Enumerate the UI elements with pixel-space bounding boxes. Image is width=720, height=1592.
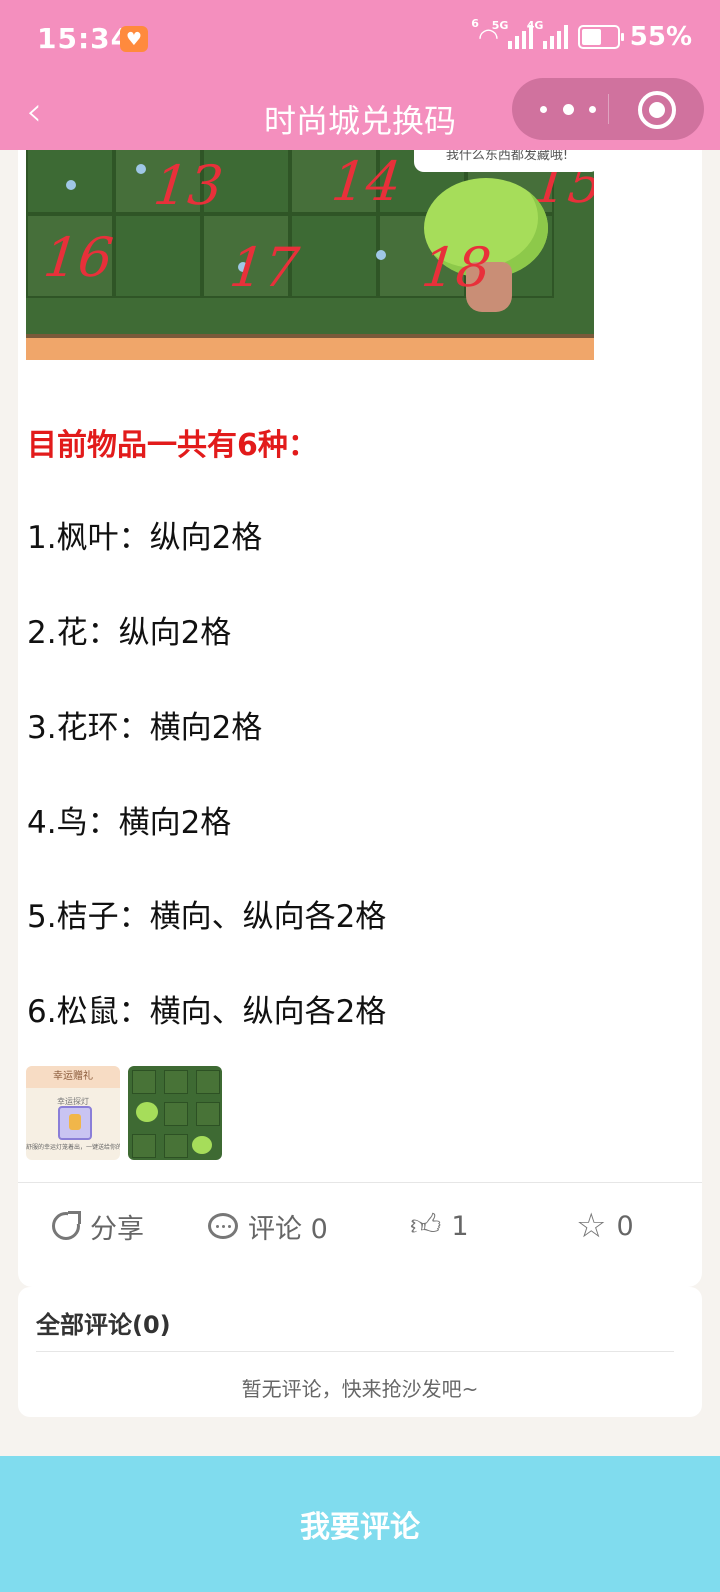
item-line: 6.松鼠：横向、纵向各2格: [27, 994, 387, 1030]
comment-icon: [208, 1213, 238, 1239]
grid-tile: [290, 214, 378, 298]
more-icon[interactable]: [540, 96, 596, 122]
star-icon: ☆: [576, 1206, 607, 1246]
article-card: 13 14 15 16 17 我什么东西都发藏哦! 18 目前物品一共有6种： …: [18, 150, 702, 1287]
write-comment-button[interactable]: 我要评论: [0, 1456, 720, 1592]
lantern-icon: [58, 1106, 92, 1140]
status-indicators: 6 ◠ 5G 4G 55%: [471, 17, 692, 52]
app-notification-icon: ♥: [120, 26, 148, 52]
item-line: 5.桔子：横向、纵向各2格: [27, 899, 387, 935]
image-thumbnail[interactable]: [128, 1066, 222, 1160]
section-title: 目前物品一共有6种：: [27, 428, 318, 463]
battery-icon: [577, 25, 624, 49]
grid-number: 17: [226, 236, 303, 299]
thumbs-up-icon: 👍︎: [410, 1208, 442, 1243]
capsule-divider: [608, 94, 609, 124]
signal-4g-icon: 4G: [527, 19, 568, 49]
grid-number: 16: [40, 226, 117, 289]
mini-tile: [164, 1070, 188, 1094]
share-icon: [52, 1211, 81, 1240]
comments-title: 全部评论(0): [36, 1311, 171, 1339]
mini-tile: [132, 1070, 156, 1094]
status-bar: 15:34 ♥ 6 ◠ 5G 4G 55%: [0, 0, 720, 78]
item-line: 3.花环：横向2格: [27, 710, 263, 746]
image-thumbnail[interactable]: 幸运赠礼 幸运探灯 舒服的幸运灯笼着出，一键送给你的: [26, 1066, 120, 1160]
grid-number: 18: [418, 236, 495, 299]
mini-tile: [196, 1102, 220, 1126]
comments-empty-text: 暂无评论，快来抢沙发吧~: [241, 1377, 479, 1401]
share-label: 分享: [90, 1213, 144, 1245]
like-count: 1: [451, 1210, 469, 1242]
mini-tree: [192, 1136, 212, 1154]
mini-tile: [132, 1134, 156, 1158]
battery-percent: 55%: [629, 22, 692, 52]
comment-label: 评论 0: [248, 1213, 328, 1245]
grid-number: 14: [328, 150, 405, 213]
mini-tile: [164, 1102, 188, 1126]
close-miniprogram-icon[interactable]: [638, 91, 676, 129]
nav-bar: ‹ 时尚城兑换码: [0, 78, 720, 150]
thumbnail-footer: 舒服的幸运灯笼着出，一键送给你的: [26, 1144, 120, 1151]
card-divider: [18, 1182, 702, 1183]
like-button[interactable]: 👍︎ 1: [410, 1206, 469, 1246]
favorite-button[interactable]: ☆ 0: [576, 1206, 634, 1246]
item-line: 1.枫叶：纵向2格: [27, 520, 263, 556]
game-screenshot[interactable]: 13 14 15 16 17 我什么东西都发藏哦! 18: [26, 150, 594, 360]
item-line: 2.花：纵向2格: [27, 615, 232, 651]
speech-bubble: 我什么东西都发藏哦!: [414, 150, 594, 172]
thumbnail-header: 幸运赠礼: [26, 1066, 120, 1088]
status-time: 15:34: [37, 22, 132, 55]
item-line: 4.鸟：横向2格: [27, 805, 232, 841]
favorite-count: 0: [616, 1210, 634, 1242]
mini-tile: [196, 1070, 220, 1094]
flower-decoration: [66, 180, 76, 190]
mini-tile: [164, 1134, 188, 1158]
comment-button[interactable]: 评论 0: [208, 1206, 328, 1246]
flower-decoration: [376, 250, 386, 260]
flower-decoration: [136, 164, 146, 174]
comments-divider: [36, 1351, 674, 1352]
miniprogram-capsule: [512, 78, 704, 140]
game-floor: [26, 334, 594, 360]
share-button[interactable]: 分享: [52, 1206, 144, 1246]
grid-tile: [114, 214, 202, 298]
grid-number: 13: [150, 154, 227, 217]
comments-section: 全部评论(0) 暂无评论，快来抢沙发吧~: [18, 1287, 702, 1417]
mini-tree: [136, 1102, 158, 1122]
